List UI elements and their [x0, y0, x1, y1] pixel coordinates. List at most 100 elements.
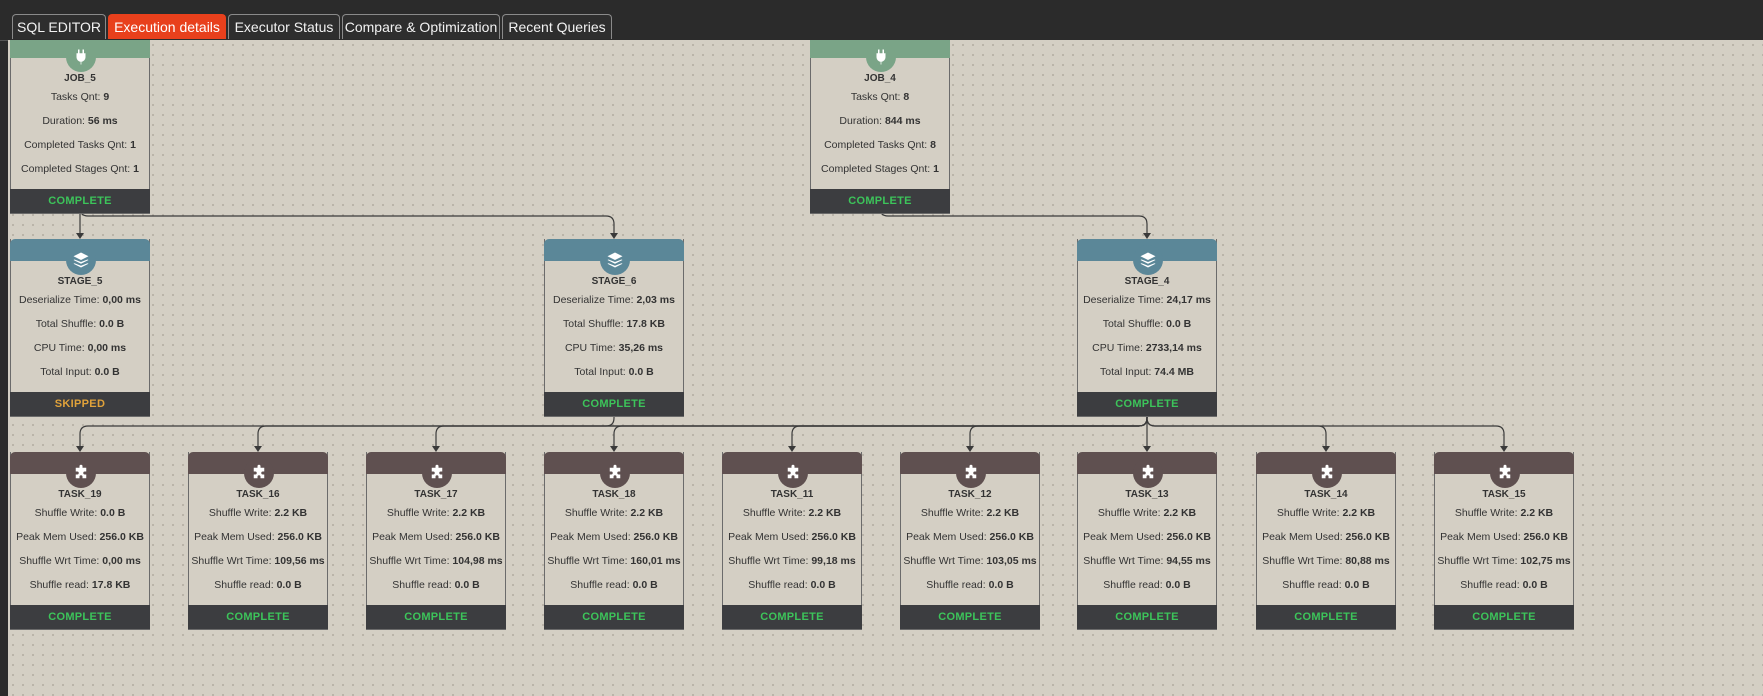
job-metric-row: Completed Tasks Qnt: 8	[811, 133, 949, 157]
task-metric-row: Shuffle Write: 2.2 KB	[189, 501, 327, 525]
metric-value: 1	[133, 163, 139, 175]
task-title: TASK_16	[236, 489, 280, 500]
stage-node-stage_4[interactable]: STAGE_4 Deserialize Time: 24,17 ms Total S…	[1077, 239, 1217, 417]
metric-label: Total Input:	[40, 366, 95, 378]
task-metric-row: Shuffle Write: 2.2 KB	[901, 501, 1039, 525]
metric-value: 0.0 B	[810, 579, 836, 591]
stage-metric-row: Total Shuffle: 0.0 B	[11, 312, 149, 336]
task-metric-row: Shuffle Wrt Time: 102,75 ms	[1435, 549, 1573, 573]
job-title: JOB_5	[64, 73, 96, 84]
plug-icon	[866, 42, 896, 72]
metric-value: 256.0 KB	[989, 531, 1034, 543]
metric-label: Deserialize Time:	[553, 294, 637, 306]
metric-label: Peak Mem Used:	[1440, 531, 1524, 543]
metric-label: Shuffle read:	[392, 579, 455, 591]
metric-value: 2.2 KB	[808, 507, 842, 519]
metric-label: Shuffle Wrt Time:	[19, 555, 103, 567]
task-title: TASK_12	[948, 489, 992, 500]
metric-label: CPU Time:	[564, 342, 619, 354]
metric-value: 8	[903, 91, 910, 103]
edge-stage4-task	[613, 401, 1148, 448]
task-metric-row: Peak Mem Used: 256.0 KB	[11, 525, 149, 549]
job-node-job_4[interactable]: JOB_4 Tasks Qnt: 8 Duration: 844 ms Complet…	[810, 40, 950, 214]
metric-value: 109,56 ms	[274, 555, 325, 567]
task-metric-row: Shuffle Wrt Time: 80,88 ms	[1257, 549, 1395, 573]
metric-label: Tasks Qnt:	[850, 91, 904, 103]
task-metric-row: Shuffle Write: 2.2 KB	[545, 501, 683, 525]
job-metric-row: Completed Stages Qnt: 1	[11, 157, 149, 181]
task-node-task_18[interactable]: TASK_18 Shuffle Write: 2.2 KB Peak Mem Use…	[544, 452, 684, 630]
stage-metric-row: Deserialize Time: 24,17 ms	[1078, 288, 1216, 312]
task-node-task_12[interactable]: TASK_12 Shuffle Write: 2.2 KB Peak Mem Use…	[900, 452, 1040, 630]
metric-label: Peak Mem Used:	[194, 531, 278, 543]
task-node-task_19[interactable]: TASK_19 Shuffle Write: 0.0 B Peak Mem Used…	[10, 452, 150, 630]
metric-label: Shuffle read:	[926, 579, 989, 591]
metric-value: 8	[930, 139, 936, 151]
metric-label: Total Input:	[574, 366, 629, 378]
metric-label: Shuffle Write:	[742, 507, 809, 519]
metric-label: Completed Tasks Qnt:	[824, 139, 931, 151]
metric-label: Shuffle Write:	[208, 507, 275, 519]
metric-value: 2.2 KB	[1520, 507, 1554, 519]
edge-job5-stage6	[79, 197, 615, 235]
metric-value: 94,55 ms	[1166, 555, 1211, 567]
metric-value: 844 ms	[884, 115, 921, 127]
task-title: TASK_19	[58, 489, 102, 500]
task-title: TASK_11	[770, 489, 814, 500]
stage-node-stage_6[interactable]: STAGE_6 Deserialize Time: 2,03 ms Total Sh…	[544, 239, 684, 417]
task-metric-row: Shuffle Write: 2.2 KB	[367, 501, 505, 525]
metric-value: 0,00 ms	[87, 342, 127, 354]
metric-label: Peak Mem Used:	[728, 531, 812, 543]
task-title: TASK_15	[1482, 489, 1526, 500]
metric-label: Total Shuffle:	[1102, 318, 1167, 330]
metric-value: 0.0 B	[1344, 579, 1370, 591]
status-badge: COMPLETE	[900, 605, 1040, 629]
task-metric-row: Shuffle Wrt Time: 109,56 ms	[189, 549, 327, 573]
job-metric-row: Duration: 56 ms	[11, 109, 149, 133]
metric-label: Shuffle Write:	[1454, 507, 1521, 519]
metric-label: Completed Stages Qnt:	[21, 163, 134, 175]
tab-executor-status[interactable]: Executor Status	[228, 14, 340, 39]
metric-value: 256.0 KB	[1345, 531, 1390, 543]
job-node-job_5[interactable]: JOB_5 Tasks Qnt: 9 Duration: 56 ms Complete…	[10, 40, 150, 214]
stage-title: STAGE_6	[591, 276, 637, 287]
tab-execution-details[interactable]: Execution details	[108, 14, 226, 39]
task-metric-row: Peak Mem Used: 256.0 KB	[901, 525, 1039, 549]
metric-label: Shuffle Write:	[1276, 507, 1343, 519]
metric-value: 0.0 B	[94, 366, 120, 378]
status-badge: COMPLETE	[1434, 605, 1574, 629]
tab-sql-editor[interactable]: SQL EDITOR	[12, 14, 106, 39]
execution-graph-canvas[interactable]: JOB_5 Tasks Qnt: 9 Duration: 56 ms Complete…	[8, 40, 1763, 696]
edge-stage4-task	[257, 401, 1148, 448]
layers-icon	[66, 245, 96, 275]
status-badge: COMPLETE	[1077, 392, 1217, 416]
status-badge: COMPLETE	[722, 605, 862, 629]
status-badge: COMPLETE	[1256, 605, 1396, 629]
task-metric-row: Peak Mem Used: 256.0 KB	[1435, 525, 1573, 549]
tab-recent-queries[interactable]: Recent Queries	[502, 14, 612, 39]
metric-label: Peak Mem Used:	[1083, 531, 1167, 543]
task-node-task_14[interactable]: TASK_14 Shuffle Write: 2.2 KB Peak Mem Use…	[1256, 452, 1396, 630]
metric-label: Shuffle Wrt Time:	[728, 555, 812, 567]
metric-value: 0.0 B	[988, 579, 1014, 591]
metric-label: Shuffle read:	[214, 579, 277, 591]
stage-node-stage_5[interactable]: STAGE_5 Deserialize Time: 0,00 ms Total Sh…	[10, 239, 150, 417]
task-metric-row: Shuffle read: 0.0 B	[545, 573, 683, 597]
task-metric-row: Shuffle Wrt Time: 99,18 ms	[723, 549, 861, 573]
task-node-task_13[interactable]: TASK_13 Shuffle Write: 2.2 KB Peak Mem Use…	[1077, 452, 1217, 630]
tab-compare-optimization[interactable]: Compare & Optimization	[342, 14, 500, 39]
metric-value: 56 ms	[87, 115, 118, 127]
task-node-task_15[interactable]: TASK_15 Shuffle Write: 2.2 KB Peak Mem Use…	[1434, 452, 1574, 630]
task-node-task_16[interactable]: TASK_16 Shuffle Write: 2.2 KB Peak Mem Use…	[188, 452, 328, 630]
task-metric-row: Shuffle read: 0.0 B	[367, 573, 505, 597]
task-metric-row: Shuffle Wrt Time: 103,05 ms	[901, 549, 1039, 573]
status-badge: COMPLETE	[544, 605, 684, 629]
metric-value: 17.8 KB	[91, 579, 131, 591]
task-node-task_17[interactable]: TASK_17 Shuffle Write: 2.2 KB Peak Mem Use…	[366, 452, 506, 630]
metric-label: Shuffle Wrt Time:	[191, 555, 275, 567]
plug-icon	[66, 42, 96, 72]
task-node-task_11[interactable]: TASK_11 Shuffle Write: 2.2 KB Peak Mem Use…	[722, 452, 862, 630]
metric-value: 2.2 KB	[274, 507, 308, 519]
status-badge: COMPLETE	[544, 392, 684, 416]
task-metric-row: Shuffle read: 0.0 B	[1257, 573, 1395, 597]
